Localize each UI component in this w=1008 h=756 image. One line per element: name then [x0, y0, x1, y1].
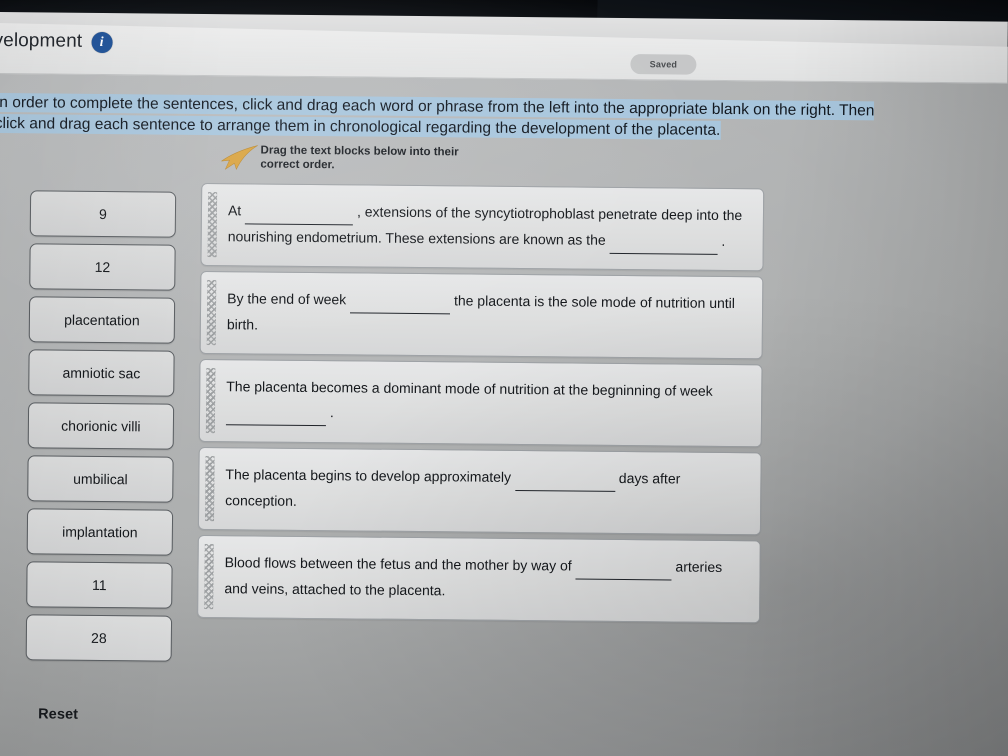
page-content: velopment i Saved In order to complete t…	[0, 0, 1008, 756]
sentence-fragment: Blood flows between the fetus and the mo…	[224, 554, 576, 574]
word-tile[interactable]: placentation	[28, 296, 176, 344]
sentence-fragment: .	[325, 404, 334, 421]
word-tile-label: 11	[92, 576, 107, 594]
answer-blank[interactable]	[514, 464, 616, 492]
page-title: velopment	[0, 29, 83, 52]
sentence-fragment: At	[227, 202, 246, 219]
sentence-stack: At , extensions of the syncytiotrophobla…	[197, 182, 767, 628]
answer-blank[interactable]	[609, 227, 718, 255]
word-tile[interactable]: 11	[26, 561, 173, 609]
word-tile[interactable]: 9	[29, 190, 177, 238]
sentence-block[interactable]: By the end of week the placenta is the s…	[199, 270, 764, 360]
drag-handle-icon[interactable]	[205, 367, 216, 434]
header-title-row: velopment i	[0, 29, 113, 53]
drag-hint: Drag the text blocks below into their co…	[216, 140, 516, 187]
word-tile[interactable]: chorionic villi	[27, 402, 175, 450]
word-tile-label: implantation	[62, 523, 138, 541]
drag-handle-icon[interactable]	[205, 455, 215, 522]
word-tile[interactable]: 12	[29, 243, 176, 291]
arrow-down-left-icon	[221, 145, 258, 170]
word-tile-label: 28	[91, 629, 107, 647]
answer-blank[interactable]	[244, 198, 354, 226]
status-badge-saved: Saved	[630, 54, 697, 75]
sentence-text: The placenta becomes a dominant mode of …	[225, 374, 745, 430]
page-header: velopment i Saved	[0, 11, 1008, 84]
instruction-text: In order to complete the sentences, clic…	[0, 92, 895, 143]
sentence-block[interactable]: The placenta begins to develop approxima…	[197, 446, 762, 536]
drag-handle-icon[interactable]	[204, 543, 214, 610]
sentence-text: At , extensions of the syncytiotrophobla…	[228, 198, 747, 255]
answer-blank[interactable]	[349, 287, 451, 315]
word-tile[interactable]: implantation	[26, 508, 174, 556]
reset-button[interactable]: Reset	[38, 706, 78, 722]
sentence-block[interactable]: Blood flows between the fetus and the mo…	[197, 534, 761, 624]
sentence-block[interactable]: At , extensions of the syncytiotrophobla…	[200, 182, 765, 272]
answer-blank[interactable]	[575, 553, 672, 581]
word-tile-label: umbilical	[73, 470, 128, 488]
sentence-fragment: By the end of week	[227, 290, 351, 308]
info-icon[interactable]: i	[91, 31, 113, 53]
answer-blank[interactable]	[225, 399, 327, 427]
screen-photo-surface: velopment i Saved In order to complete t…	[0, 0, 1008, 756]
word-tile[interactable]: amniotic sac	[28, 349, 175, 397]
drag-handle-icon[interactable]	[207, 192, 218, 258]
instruction-highlight: In order to complete the sentences, clic…	[0, 92, 875, 140]
sentence-fragment: .	[717, 232, 726, 249]
sentence-fragment: The placenta begins to develop approxima…	[225, 466, 516, 485]
word-tile-label: amniotic sac	[62, 364, 141, 382]
word-tile-label: chorionic villi	[61, 417, 141, 435]
word-tile-label: 9	[98, 205, 107, 223]
sentence-text: The placenta begins to develop approxima…	[225, 462, 744, 518]
word-tile[interactable]: umbilical	[27, 455, 174, 503]
word-tile-label: placentation	[64, 311, 140, 329]
sentence-text: By the end of week the placenta is the s…	[227, 286, 746, 342]
word-tile[interactable]: 28	[25, 614, 173, 662]
word-tile-label: 12	[94, 258, 111, 276]
sentence-text: Blood flows between the fetus and the mo…	[224, 550, 743, 606]
drag-hint-caption: Drag the text blocks below into their co…	[260, 144, 459, 172]
sentence-fragment: The placenta becomes a dominant mode of …	[226, 378, 713, 399]
sentence-block[interactable]: The placenta becomes a dominant mode of …	[198, 358, 763, 448]
drag-handle-icon[interactable]	[206, 280, 217, 346]
word-bank: 9 12 placentation amniotic sac chorionic…	[25, 190, 181, 668]
